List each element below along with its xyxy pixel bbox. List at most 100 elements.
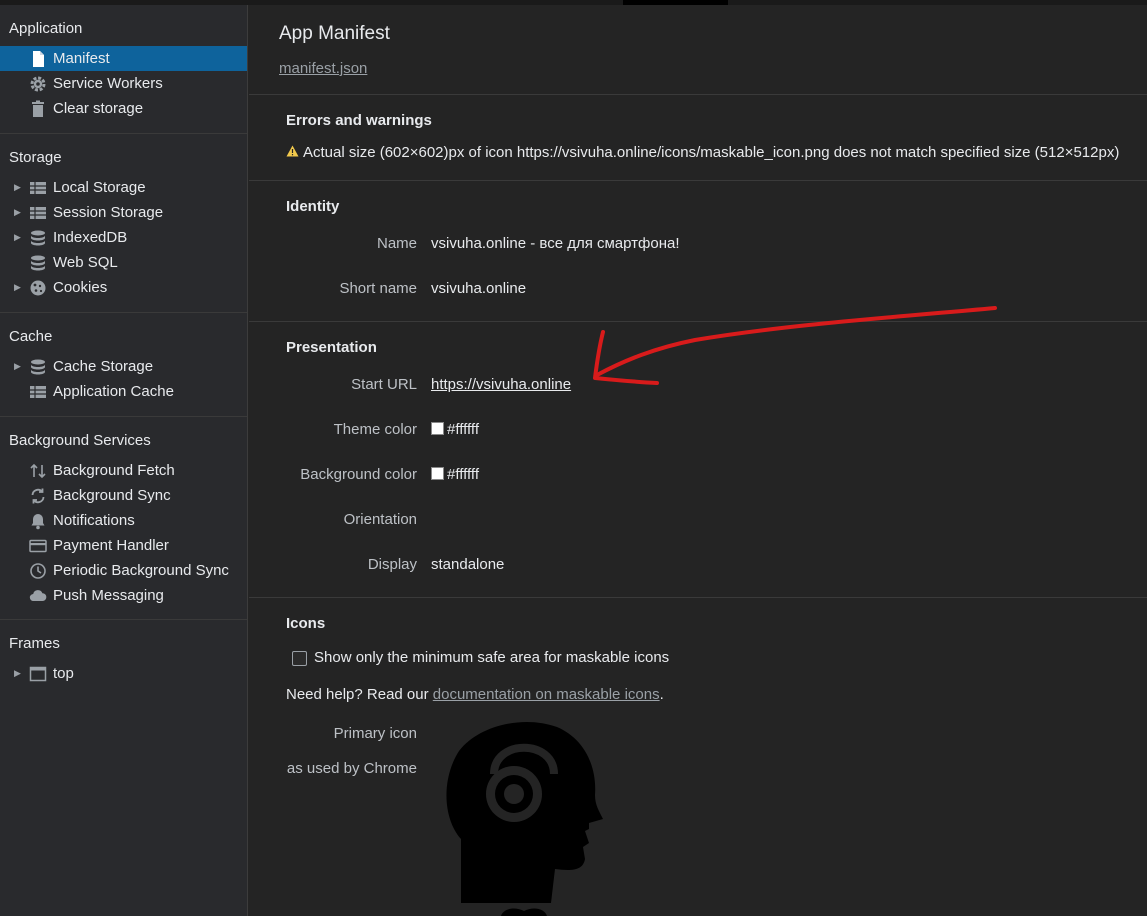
sidebar-item-label: top bbox=[53, 665, 74, 682]
database-icon bbox=[31, 230, 45, 246]
sidebar-item-application-cache[interactable]: Application Cache bbox=[0, 379, 247, 404]
sidebar-item-top-frame[interactable]: ▶ top bbox=[0, 661, 247, 686]
sidebar-divider bbox=[0, 133, 247, 134]
sidebar-item-notifications[interactable]: Notifications bbox=[0, 508, 247, 533]
sidebar-item-background-sync[interactable]: Background Sync bbox=[0, 483, 247, 508]
safe-area-checkbox-label[interactable]: Show only the minimum safe area for mask… bbox=[314, 649, 669, 666]
sidebar-item-label: Background Fetch bbox=[53, 462, 175, 479]
background-color-hex: #ffffff bbox=[447, 466, 479, 483]
clock-icon bbox=[30, 563, 46, 579]
database-icon bbox=[31, 255, 45, 271]
cloud-icon bbox=[29, 590, 47, 602]
section-title-application: Application bbox=[9, 20, 83, 37]
sidebar-item-cookies[interactable]: ▶ Cookies bbox=[0, 275, 247, 300]
arrows-updown-icon bbox=[30, 463, 46, 479]
errors-heading: Errors and warnings bbox=[286, 112, 432, 129]
sidebar-item-label: Notifications bbox=[53, 512, 135, 529]
section-title-cache: Cache bbox=[9, 328, 53, 345]
display-label: Display bbox=[367, 556, 417, 573]
sidebar-item-background-fetch[interactable]: Background Fetch bbox=[0, 458, 247, 483]
section-title-storage: Storage bbox=[9, 149, 62, 166]
section-title-background-services: Background Services bbox=[9, 432, 151, 449]
sidebar-item-payment-handler[interactable]: Payment Handler bbox=[0, 533, 247, 558]
presentation-heading: Presentation bbox=[286, 339, 377, 356]
gear-icon bbox=[30, 76, 46, 92]
sidebar-item-push-messaging[interactable]: Push Messaging bbox=[0, 583, 247, 608]
warning-icon bbox=[286, 145, 299, 157]
identity-heading: Identity bbox=[286, 198, 340, 215]
sidebar-item-label: Application Cache bbox=[53, 383, 174, 400]
sidebar-item-label: Manifest bbox=[53, 50, 110, 67]
sidebar-item-label: Local Storage bbox=[53, 179, 146, 196]
name-value: vsivuha.online - все для смартфона! bbox=[431, 235, 680, 252]
sync-icon bbox=[31, 488, 45, 504]
background-color-swatch bbox=[431, 467, 444, 480]
sidebar-item-label: Payment Handler bbox=[53, 537, 169, 554]
annotation-arrow bbox=[593, 306, 997, 385]
sidebar-item-service-workers[interactable]: Service Workers bbox=[0, 71, 247, 96]
grid-icon bbox=[30, 182, 46, 194]
sidebar-item-label: Clear storage bbox=[53, 100, 144, 117]
start-url-link[interactable]: https://vsivuha.online bbox=[431, 376, 571, 393]
maskable-docs-link[interactable]: documentation on maskable icons bbox=[433, 686, 660, 703]
sidebar-item-web-sql[interactable]: Web SQL bbox=[0, 250, 247, 275]
section-divider bbox=[249, 597, 1147, 598]
theme-color-swatch bbox=[431, 422, 444, 435]
sidebar-divider bbox=[0, 312, 247, 313]
sidebar-item-label: Background Sync bbox=[53, 487, 171, 504]
name-label: Name bbox=[376, 235, 417, 252]
cookie-icon bbox=[30, 280, 46, 296]
sidebar: Application Manifest Service Workers Cle… bbox=[0, 5, 248, 916]
sidebar-item-label: Periodic Background Sync bbox=[53, 562, 229, 579]
start-url-label: Start URL bbox=[351, 376, 417, 393]
background-color-value: #ffffff bbox=[431, 466, 479, 483]
sidebar-item-label: IndexedDB bbox=[53, 229, 128, 246]
sidebar-item-label: Session Storage bbox=[53, 204, 164, 221]
sidebar-item-indexeddb[interactable]: ▶ IndexedDB bbox=[0, 225, 247, 250]
section-divider bbox=[249, 180, 1147, 181]
sidebar-item-label: Service Workers bbox=[53, 75, 163, 92]
sidebar-divider bbox=[0, 416, 247, 417]
sidebar-item-periodic-background-sync[interactable]: Periodic Background Sync bbox=[0, 558, 247, 583]
sidebar-divider bbox=[0, 619, 247, 620]
short-name-value: vsivuha.online bbox=[431, 280, 527, 297]
expand-triangle-icon[interactable]: ▶ bbox=[14, 175, 21, 200]
window-icon bbox=[29, 666, 47, 682]
help-prefix: Need help? Read our bbox=[286, 686, 433, 703]
bell-icon bbox=[31, 514, 45, 530]
background-color-label: Background color bbox=[300, 466, 417, 483]
short-name-label: Short name bbox=[339, 280, 417, 297]
page-title: App Manifest bbox=[279, 23, 390, 44]
sidebar-item-label: Cookies bbox=[53, 279, 108, 296]
grid-icon bbox=[30, 207, 46, 219]
theme-color-label: Theme color bbox=[333, 421, 417, 438]
primary-icon-label: Primary icon bbox=[333, 725, 417, 742]
sidebar-item-label: Push Messaging bbox=[53, 587, 164, 604]
theme-color-value: #ffffff bbox=[431, 421, 479, 438]
manifest-panel: App Manifest manifest.json Errors and wa… bbox=[249, 5, 1147, 916]
primary-icon-sublabel: as used by Chrome bbox=[286, 760, 417, 777]
card-icon bbox=[29, 539, 47, 553]
sidebar-item-manifest[interactable]: Manifest bbox=[0, 46, 247, 71]
expand-triangle-icon[interactable]: ▶ bbox=[14, 275, 21, 300]
sidebar-item-session-storage[interactable]: ▶ Session Storage bbox=[0, 200, 247, 225]
sidebar-item-clear-storage[interactable]: Clear storage bbox=[0, 96, 247, 121]
help-suffix: . bbox=[659, 686, 664, 703]
manifest-json-link[interactable]: manifest.json bbox=[279, 60, 367, 77]
trash-icon bbox=[32, 100, 44, 117]
expand-triangle-icon[interactable]: ▶ bbox=[14, 661, 21, 686]
warning-message: Actual size (602×602)px of icon https://… bbox=[303, 144, 1120, 161]
expand-triangle-icon[interactable]: ▶ bbox=[14, 200, 21, 225]
file-icon bbox=[33, 51, 44, 67]
sidebar-item-cache-storage[interactable]: ▶ Cache Storage bbox=[0, 354, 247, 379]
database-icon bbox=[31, 359, 45, 375]
expand-triangle-icon[interactable]: ▶ bbox=[14, 354, 21, 379]
section-title-frames: Frames bbox=[9, 635, 60, 652]
sidebar-item-label: Cache Storage bbox=[53, 358, 154, 375]
safe-area-checkbox[interactable] bbox=[292, 651, 307, 666]
sidebar-item-label: Web SQL bbox=[53, 254, 118, 271]
section-divider bbox=[249, 94, 1147, 95]
display-value: standalone bbox=[431, 556, 505, 573]
expand-triangle-icon[interactable]: ▶ bbox=[14, 225, 21, 250]
sidebar-item-local-storage[interactable]: ▶ Local Storage bbox=[0, 175, 247, 200]
